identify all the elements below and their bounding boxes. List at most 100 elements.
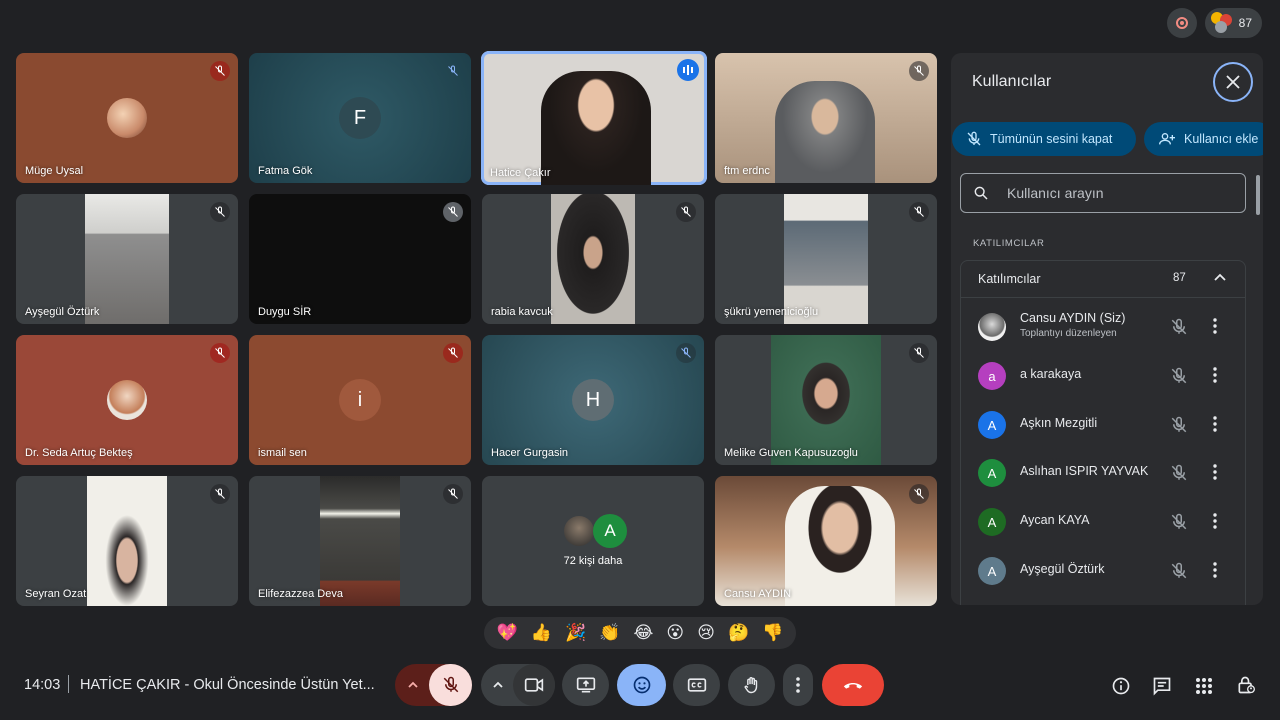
avatar: a xyxy=(978,362,1006,390)
video-options-button[interactable] xyxy=(481,664,515,706)
more-options-icon[interactable] xyxy=(1213,415,1217,433)
participants-group-header[interactable]: Katılımcılar 87 xyxy=(961,261,1245,298)
video-tile[interactable]: Elifezazzea Deva xyxy=(249,476,471,606)
avatar xyxy=(107,380,147,420)
chevron-up-icon xyxy=(408,681,418,688)
video-tile[interactable]: Müge Uysal xyxy=(16,53,238,183)
participant-name: Hatice Çakır xyxy=(490,167,551,179)
scrollbar[interactable] xyxy=(1256,175,1260,215)
meeting-details-button[interactable] xyxy=(1110,675,1132,697)
search-input[interactable] xyxy=(1005,184,1229,202)
participant-video xyxy=(85,194,169,324)
mic-off-icon[interactable] xyxy=(1170,513,1188,531)
participant-row[interactable]: A Aycan KAYA xyxy=(961,498,1245,546)
add-user-label: Kullanıcı ekle xyxy=(1184,132,1259,146)
search-field[interactable] xyxy=(960,173,1246,213)
video-tile[interactable]: şükrü yemenicioğlu xyxy=(715,194,937,324)
video-tile[interactable]: Cansu AYDIN xyxy=(715,476,937,606)
divider xyxy=(68,675,69,693)
more-participants-tile[interactable]: A 72 kişi daha xyxy=(482,476,704,606)
reaction-sparkling-heart[interactable]: 💖 xyxy=(497,623,518,643)
chevron-up-icon xyxy=(1214,273,1226,281)
closed-captions-icon xyxy=(687,678,706,692)
participants-avatars-icon xyxy=(1210,12,1233,34)
participant-count: 87 xyxy=(1238,16,1252,30)
close-panel-button[interactable] xyxy=(1213,62,1253,102)
host-controls-button[interactable] xyxy=(1235,674,1257,696)
more-options-icon[interactable] xyxy=(1213,317,1217,335)
more-options-icon[interactable] xyxy=(1213,463,1217,481)
video-tile[interactable]: Seyran Ozat xyxy=(16,476,238,606)
mic-off-icon[interactable] xyxy=(1170,464,1188,482)
video-tile[interactable]: ftm erdnc xyxy=(715,53,937,183)
activities-button[interactable] xyxy=(1193,675,1215,697)
participant-name: Seyran Ozat xyxy=(25,588,87,600)
close-icon xyxy=(1226,75,1240,89)
more-options-icon[interactable] xyxy=(1213,366,1217,384)
more-participants-label: 72 kişi daha xyxy=(563,555,623,567)
reaction-crying[interactable]: 😢 xyxy=(697,623,715,643)
camera-toggle-button[interactable] xyxy=(513,664,555,706)
recording-indicator[interactable] xyxy=(1166,8,1197,38)
mic-off-icon[interactable] xyxy=(1170,562,1188,580)
captions-button[interactable] xyxy=(673,664,720,706)
mic-off-icon[interactable] xyxy=(1170,416,1188,434)
reaction-surprised[interactable]: 😮 xyxy=(666,623,684,643)
camera-control-group xyxy=(481,664,555,706)
reactions-button[interactable] xyxy=(617,664,666,706)
group-title: Katılımcılar xyxy=(978,272,1041,286)
mic-off-icon xyxy=(443,676,458,693)
audio-options-button[interactable] xyxy=(395,664,431,706)
reaction-thinking[interactable]: 🤔 xyxy=(728,623,749,643)
speaking-indicator-icon xyxy=(677,59,699,81)
participant-row[interactable]: A Ayşegül Öztürk xyxy=(961,547,1245,595)
reaction-thumbs-down[interactable]: 👎 xyxy=(762,623,783,643)
mic-off-icon[interactable] xyxy=(1170,318,1188,336)
participant-name: Cansu AYDIN xyxy=(724,588,792,600)
participants-count-button[interactable]: 87 xyxy=(1204,8,1262,38)
mic-toggle-button[interactable] xyxy=(429,664,472,706)
mic-off-icon xyxy=(967,131,981,146)
more-vertical-icon xyxy=(796,677,800,693)
participant-name: Duygu SİR xyxy=(258,306,312,318)
video-tile[interactable]: rabia kavcuk xyxy=(482,194,704,324)
participant-role: Toplantıyı düzenleyen xyxy=(1020,328,1117,339)
avatar: F xyxy=(339,97,381,139)
reaction-clapping[interactable]: 👏 xyxy=(599,623,620,643)
raise-hand-button[interactable] xyxy=(728,664,775,706)
mic-off-icon xyxy=(909,484,929,504)
video-tile[interactable]: Melike Guven Kapusuzoglu xyxy=(715,335,937,465)
video-tile[interactable]: Dr. Seda Artuç Bekteş xyxy=(16,335,238,465)
participant-video xyxy=(785,486,895,606)
participant-name: Dr. Seda Artuç Bekteş xyxy=(25,447,133,459)
video-tile[interactable]: Duygu SİR xyxy=(249,194,471,324)
participant-video xyxy=(320,476,400,606)
participant-row[interactable]: Cansu AYDIN (Siz) Toplantıyı düzenleyen xyxy=(961,303,1245,351)
participant-name: şükrü yemenicioğlu xyxy=(724,306,819,318)
video-tile[interactable]: F Fatma Gök xyxy=(249,53,471,183)
mic-off-icon xyxy=(443,61,463,81)
chat-button[interactable] xyxy=(1151,675,1173,697)
participant-name: Aşkın Mezgitli xyxy=(1020,416,1098,430)
video-tile-active-speaker[interactable]: Hatice Çakır xyxy=(481,51,707,185)
participant-row[interactable]: A Aslıhan ISPIR YAYVAK xyxy=(961,449,1245,497)
participant-video xyxy=(551,194,635,324)
video-tile[interactable]: i ismail sen xyxy=(249,335,471,465)
more-options-icon[interactable] xyxy=(1213,561,1217,579)
participant-name: rabia kavcuk xyxy=(491,306,553,318)
present-screen-button[interactable] xyxy=(562,664,609,706)
mic-off-icon[interactable] xyxy=(1170,367,1188,385)
participant-row[interactable]: a a karakaya xyxy=(961,352,1245,400)
more-options-button[interactable] xyxy=(783,664,813,706)
video-tile[interactable]: Ayşegül Öztürk xyxy=(16,194,238,324)
add-user-button[interactable]: Kullanıcı ekle xyxy=(1144,122,1263,156)
reaction-party-popper[interactable]: 🎉 xyxy=(565,623,586,643)
more-options-icon[interactable] xyxy=(1213,512,1217,530)
reaction-laughing[interactable]: 😂 xyxy=(633,623,653,643)
avatar: A xyxy=(593,514,627,548)
mute-all-button[interactable]: Tümünün sesini kapat xyxy=(952,122,1136,156)
leave-call-button[interactable] xyxy=(822,664,884,706)
participant-row[interactable]: A Aşkın Mezgitli xyxy=(961,401,1245,449)
reaction-thumbs-up[interactable]: 👍 xyxy=(531,623,552,643)
video-tile[interactable]: H Hacer Gurgasin xyxy=(482,335,704,465)
